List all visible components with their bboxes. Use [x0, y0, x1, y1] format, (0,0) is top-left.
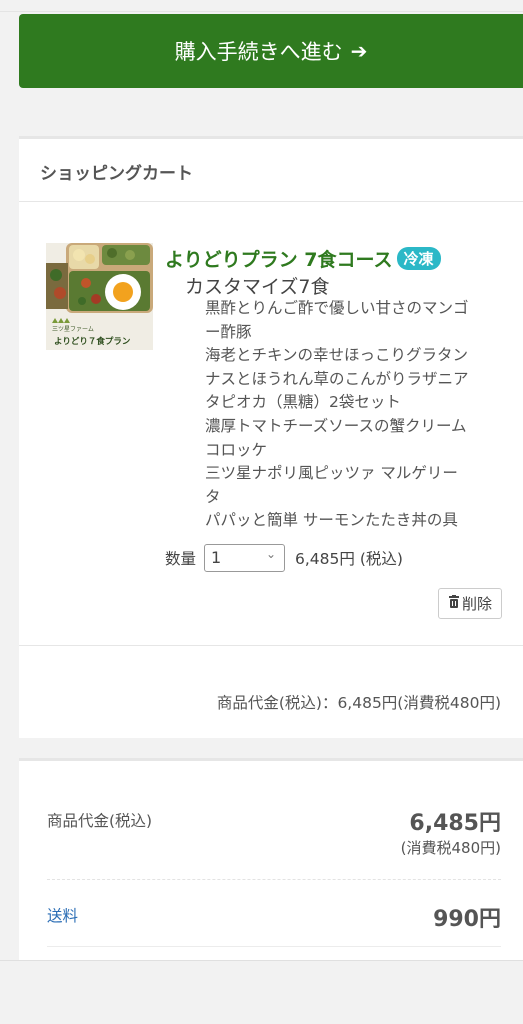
shipping-link[interactable]: 送料	[47, 904, 78, 926]
cart-header: ショッピングカート	[19, 139, 523, 202]
menu-line: 海老とチキンの幸せほっこりグラタン	[205, 346, 469, 365]
shopping-cart-panel: ショッピングカート 三ツ星ファーム よりどり７食プラン よりどりプラン 7食コー…	[19, 136, 523, 738]
proceed-to-checkout-button[interactable]: 購入手続きへ進む ➔	[19, 14, 523, 88]
brand-logo-text: 三ツ星ファーム	[52, 326, 94, 333]
shipping-value: 990円	[433, 907, 501, 932]
divider	[47, 879, 501, 880]
quantity-value: 1	[211, 548, 222, 567]
delete-label: 削除	[461, 595, 492, 613]
arrow-right-icon: ➔	[350, 39, 368, 63]
image-caption: よりどり７食プラン	[54, 336, 131, 347]
divider	[47, 946, 501, 947]
items-total-value: 6,485円	[409, 811, 501, 836]
menu-line: ー酢豚	[205, 322, 252, 341]
menu-line: ナスとほうれん草のこんがりラザニア	[205, 369, 469, 388]
top-strip	[0, 0, 523, 12]
order-summary-panel: 商品代金(税込) 6,485円 (消費税480円) 送料 990円	[19, 758, 523, 960]
menu-line: タピオカ（黒糖）2袋セット	[205, 393, 401, 412]
checkout-button-label: 購入手続きへ進む	[174, 40, 343, 64]
bottom-background	[0, 960, 523, 1024]
cart-subtotal: 商品代金(税込)：6,485円(消費税480円)	[216, 694, 501, 712]
delete-button[interactable]: 削除	[438, 588, 502, 619]
product-subtitle: カスタマイズ7食	[185, 276, 330, 298]
frozen-badge: 冷凍	[396, 247, 441, 270]
items-tax: (消費税480円)	[400, 839, 501, 857]
menu-line: コロッケ	[205, 440, 268, 459]
quantity-row: 数量 1 ⌄ 6,485円 (税込)	[165, 544, 403, 572]
trash-icon	[448, 595, 460, 612]
item-price: 6,485円 (税込)	[295, 550, 403, 568]
product-title[interactable]: よりどりプラン 7食コース 冷凍	[165, 245, 441, 272]
divider	[19, 645, 523, 646]
menu-line: 黒酢とりんご酢で優しい甘さのマンゴ	[205, 299, 469, 317]
quantity-label: 数量	[165, 550, 197, 568]
product-title-text: よりどりプラン 7食コース	[165, 249, 393, 271]
menu-line: 三ツ星ナポリ風ピッツァ マルゲリー	[205, 464, 458, 483]
product-image[interactable]: 三ツ星ファーム よりどり７食プラン	[46, 243, 153, 350]
quantity-select[interactable]: 1 ⌄	[204, 544, 286, 572]
chevron-down-icon: ⌄	[265, 547, 277, 561]
menu-line: 濃厚トマトチーズソースの蟹クリーム	[205, 416, 467, 435]
menu-line: パパッと簡単 サーモンたたき丼の具	[205, 511, 458, 530]
menu-line: タ	[205, 487, 221, 506]
menu-list: 黒酢とりんご酢で優しい甘さのマンゴ ー酢豚 海老とチキンの幸せほっこりグラタン …	[205, 297, 505, 533]
items-total-label: 商品代金(税込)	[47, 812, 153, 830]
